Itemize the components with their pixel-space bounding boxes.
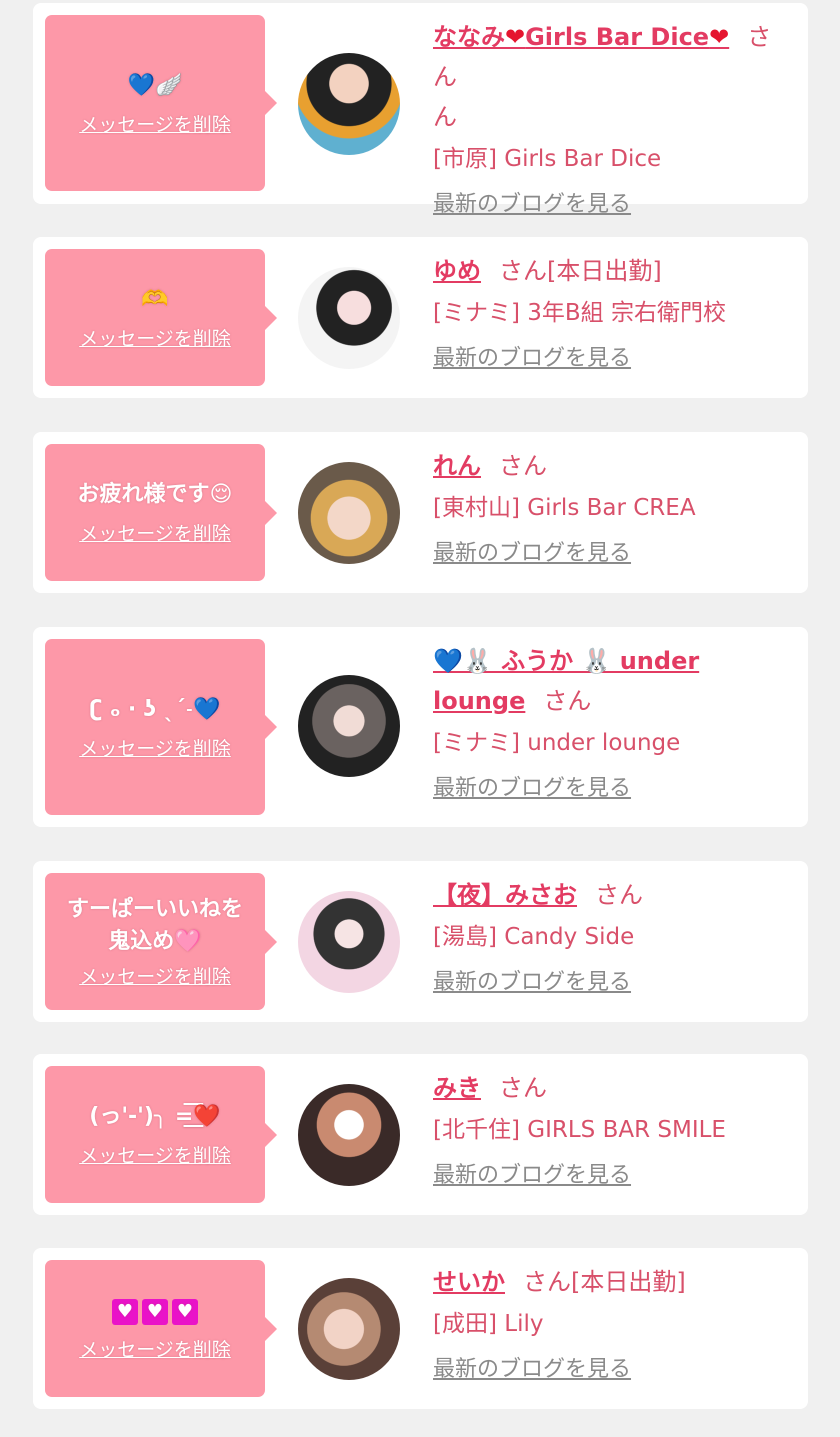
heart-icon: ♥ [142, 1299, 168, 1325]
cast-name-link[interactable]: れん [433, 452, 481, 480]
delete-message-link[interactable]: メッセージを削除 [79, 962, 231, 989]
shop-name: [ミナミ] under lounge [433, 730, 681, 756]
avatar[interactable] [298, 53, 400, 155]
honorific: さん [595, 881, 643, 909]
cast-info: ななみ❤Girls Bar Dice❤ さん ん [市原] Girls Bar D… [433, 17, 788, 223]
cast-name-link[interactable]: せいか [433, 1268, 505, 1296]
cast-name-link[interactable]: みき [433, 1074, 481, 1102]
avatar[interactable] [298, 675, 400, 777]
cast-card: ʗ ₒ ‧ ʖ ˎˊ˗💙 メッセージを削除 💙🐰 ふうか 🐰 under loun… [33, 627, 808, 827]
cast-card: 🫶 メッセージを削除 ゆめ さん[本日出勤] [ミナミ] 3年B組 宗右衛門校 最… [33, 237, 808, 398]
message-line-2: 鬼込め🩷 [108, 929, 202, 954]
avatar[interactable] [298, 1278, 400, 1380]
cast-info: 【夜】みさお さん [湯島] Candy Side 最新のブログを見る [433, 875, 788, 1001]
honorific: さん [543, 687, 592, 715]
message-bubble: 💙🪽 メッセージを削除 [45, 15, 277, 191]
cast-info: みき さん [北千住] GIRLS BAR SMILE 最新のブログを見る [433, 1068, 788, 1194]
honorific: さん [499, 452, 547, 480]
message-text: すーぱーいいねを 鬼込め🩷 [67, 894, 243, 958]
cast-info: せいか さん[本日出勤] [成田] Lily 最新のブログを見る [433, 1262, 788, 1388]
delete-message-link[interactable]: メッセージを削除 [79, 734, 231, 761]
message-bubble: ʗ ₒ ‧ ʖ ˎˊ˗💙 メッセージを削除 [45, 639, 277, 815]
latest-blog-link[interactable]: 最新のブログを見る [433, 771, 631, 807]
message-bubble: (っ'-')╮ =͟͟͞❤️ メッセージを削除 [45, 1066, 277, 1203]
cast-name-part2: lounge [433, 687, 526, 715]
cast-name-link[interactable]: ゆめ [433, 257, 481, 285]
cast-card: 💙🪽 メッセージを削除 ななみ❤Girls Bar Dice❤ さん ん [市原]… [33, 3, 808, 217]
shop-name: [湯島] Candy Side [433, 924, 635, 950]
cast-info: れん さん [東村山] Girls Bar CREA 最新のブログを見る [433, 446, 788, 572]
honorific: さん[本日出勤] [523, 1268, 686, 1296]
cast-card: すーぱーいいねを 鬼込め🩷 メッセージを削除 【夜】みさお さん [湯島] Cand… [33, 861, 808, 1022]
heart-icon: ♥ [112, 1299, 138, 1325]
message-bubble: すーぱーいいねを 鬼込め🩷 メッセージを削除 [45, 873, 277, 1010]
message-text: ʗ ₒ ‧ ʖ ˎˊ˗💙 [89, 696, 221, 722]
message-text: (っ'-')╮ =͟͟͞❤️ [89, 1104, 221, 1129]
cast-name-link[interactable]: ななみ❤Girls Bar Dice❤ [433, 23, 729, 51]
latest-blog-link[interactable]: 最新のブログを見る [433, 341, 631, 377]
message-text: 🫶 [141, 287, 169, 312]
cast-info: 💙🐰 ふうか 🐰 under lounge さん [ミナミ] under loung… [433, 641, 788, 807]
avatar[interactable] [298, 462, 400, 564]
delete-message-link[interactable]: メッセージを削除 [79, 110, 231, 137]
latest-blog-link[interactable]: 最新のブログを見る [433, 965, 631, 1001]
avatar[interactable] [298, 1084, 400, 1186]
latest-blog-link[interactable]: 最新のブログを見る [433, 187, 631, 223]
latest-blog-link[interactable]: 最新のブログを見る [433, 1352, 631, 1388]
cast-name-line: みき さん [433, 1068, 788, 1108]
cast-name-line: ゆめ さん[本日出勤] [433, 251, 788, 291]
avatar[interactable] [298, 891, 400, 993]
cast-name-line: せいか さん[本日出勤] [433, 1262, 788, 1302]
delete-message-link[interactable]: メッセージを削除 [79, 1335, 231, 1362]
cast-card: お疲れ様です😌 メッセージを削除 れん さん [東村山] Girls Bar CR… [33, 432, 808, 593]
heart-icon: ♥ [172, 1299, 198, 1325]
cast-card: ♥ ♥ ♥ メッセージを削除 せいか さん[本日出勤] [成田] Lily 最新のブロ… [33, 1248, 808, 1409]
message-text: お疲れ様です😌 [77, 482, 233, 507]
honorific: さん[本日出勤] [499, 257, 662, 285]
shop-name: [東村山] Girls Bar CREA [433, 495, 696, 521]
delete-message-link[interactable]: メッセージを削除 [79, 519, 231, 546]
cast-name-line: 💙🐰 ふうか 🐰 under lounge さん [433, 641, 788, 721]
message-bubble: ♥ ♥ ♥ メッセージを削除 [45, 1260, 277, 1397]
shop-name: [市原] Girls Bar Dice [433, 146, 662, 172]
message-line-1: すーぱーいいねを [66, 897, 243, 922]
delete-message-link[interactable]: メッセージを削除 [79, 324, 231, 351]
favorite-cast-list: 💙🪽 メッセージを削除 ななみ❤Girls Bar Dice❤ さん ん [市原]… [0, 0, 840, 1437]
cast-name-part1: 💙🐰 ふうか 🐰 under [433, 647, 700, 675]
delete-message-link[interactable]: メッセージを削除 [79, 1141, 231, 1168]
honorific: さん [499, 1074, 547, 1102]
shop-name: [北千住] GIRLS BAR SMILE [433, 1117, 726, 1143]
cast-name-line: 【夜】みさお さん [433, 875, 788, 915]
honorific-wrap: ん [433, 103, 457, 131]
message-bubble: お疲れ様です😌 メッセージを削除 [45, 444, 277, 581]
cast-name-line: れん さん [433, 446, 788, 486]
cast-name-link[interactable]: 【夜】みさお [433, 881, 577, 909]
cast-name-line: ななみ❤Girls Bar Dice❤ さん ん [433, 17, 788, 137]
shop-name: [ミナミ] 3年B組 宗右衛門校 [433, 300, 726, 326]
shop-name: [成田] Lily [433, 1311, 544, 1337]
cast-card: (っ'-')╮ =͟͟͞❤️ メッセージを削除 みき さん [北千住] GIRLS… [33, 1054, 808, 1215]
avatar[interactable] [298, 267, 400, 369]
message-text: 💙🪽 [127, 72, 183, 98]
message-text: ♥ ♥ ♥ [110, 1295, 200, 1327]
latest-blog-link[interactable]: 最新のブログを見る [433, 536, 631, 572]
cast-info: ゆめ さん[本日出勤] [ミナミ] 3年B組 宗右衛門校 最新のブログを見る [433, 251, 788, 377]
message-bubble: 🫶 メッセージを削除 [45, 249, 277, 386]
latest-blog-link[interactable]: 最新のブログを見る [433, 1158, 631, 1194]
